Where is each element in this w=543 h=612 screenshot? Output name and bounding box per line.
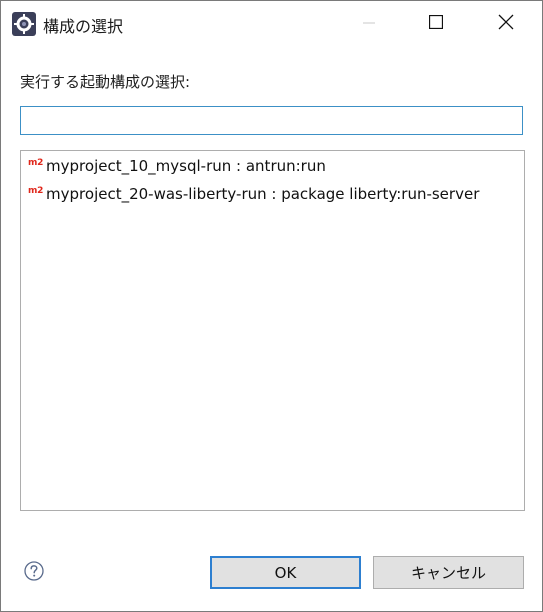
maximize-button[interactable] <box>401 1 471 46</box>
close-button[interactable] <box>471 1 541 46</box>
eclipse-gear-icon <box>12 12 36 36</box>
list-item-label: myproject_10_mysql-run : antrun:run <box>46 157 326 175</box>
ok-button[interactable]: OK <box>210 556 361 589</box>
close-icon <box>498 14 514 34</box>
help-icon[interactable] <box>24 561 44 581</box>
maximize-icon <box>428 14 444 33</box>
minimize-icon <box>363 14 375 33</box>
cancel-button[interactable]: キャンセル <box>373 556 524 589</box>
window-title: 構成の選択 <box>43 17 124 36</box>
dialog-window: 構成の選択 実行する起動構成の選択: m2 myproject_10_mysql… <box>0 0 543 612</box>
list-item-label: myproject_20-was-liberty-run : package l… <box>46 185 480 203</box>
list-item[interactable]: m2 myproject_20-was-liberty-run : packag… <box>28 183 479 205</box>
minimize-button[interactable] <box>334 1 404 46</box>
maven-m2-icon: m2 <box>28 158 44 168</box>
list-item[interactable]: m2 myproject_10_mysql-run : antrun:run <box>28 155 326 177</box>
prompt-label: 実行する起動構成の選択: <box>20 73 191 91</box>
maven-m2-icon: m2 <box>28 186 44 196</box>
filter-input[interactable] <box>20 106 523 135</box>
title-bar: 構成の選択 <box>1 1 542 46</box>
configuration-list[interactable]: m2 myproject_10_mysql-run : antrun:run m… <box>20 150 525 511</box>
